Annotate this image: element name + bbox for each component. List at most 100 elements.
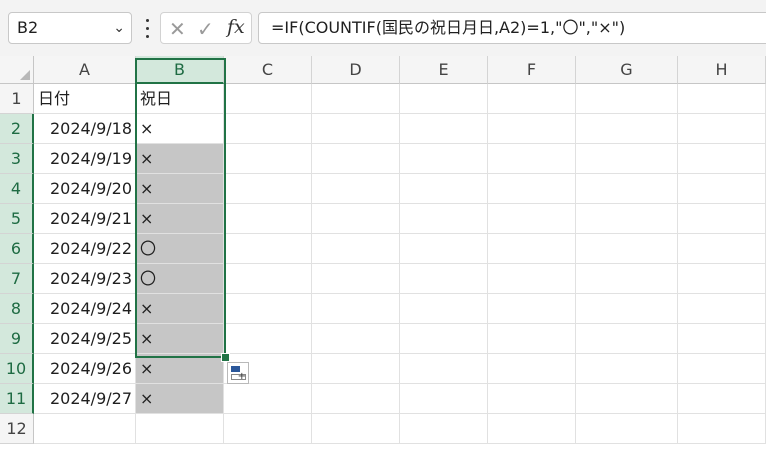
cell-e3[interactable]	[400, 144, 488, 174]
cell-c6[interactable]	[224, 234, 312, 264]
column-header-g[interactable]: G	[576, 56, 678, 84]
cell-c3[interactable]	[224, 144, 312, 174]
insert-function-icon[interactable]: fx	[227, 16, 245, 38]
cell-h5[interactable]	[678, 204, 766, 234]
cell-e6[interactable]	[400, 234, 488, 264]
cell-f12[interactable]	[488, 414, 576, 444]
fill-handle[interactable]	[221, 353, 230, 362]
cell-b2[interactable]: ×	[136, 114, 224, 144]
cell-d4[interactable]	[312, 174, 400, 204]
cell-d1[interactable]	[312, 84, 400, 114]
cell-c1[interactable]	[224, 84, 312, 114]
cell-a11[interactable]: 2024/9/27	[34, 384, 136, 414]
cell-g11[interactable]	[576, 384, 678, 414]
cell-e11[interactable]	[400, 384, 488, 414]
cell-f3[interactable]	[488, 144, 576, 174]
cell-g6[interactable]	[576, 234, 678, 264]
cell-g1[interactable]	[576, 84, 678, 114]
row-header-7[interactable]: 7	[0, 264, 34, 294]
cell-h12[interactable]	[678, 414, 766, 444]
column-header-h[interactable]: H	[678, 56, 766, 84]
cancel-icon[interactable]: ✕	[169, 17, 186, 41]
cell-a7[interactable]: 2024/9/23	[34, 264, 136, 294]
cell-a10[interactable]: 2024/9/26	[34, 354, 136, 384]
cell-e12[interactable]	[400, 414, 488, 444]
cell-b10[interactable]: ×	[136, 354, 224, 384]
cell-a5[interactable]: 2024/9/21	[34, 204, 136, 234]
cell-e4[interactable]	[400, 174, 488, 204]
cell-f8[interactable]	[488, 294, 576, 324]
cell-a1[interactable]: 日付	[34, 84, 136, 114]
cell-h6[interactable]	[678, 234, 766, 264]
row-header-10[interactable]: 10	[0, 354, 34, 384]
cell-d9[interactable]	[312, 324, 400, 354]
cell-g3[interactable]	[576, 144, 678, 174]
cell-d12[interactable]	[312, 414, 400, 444]
cell-g10[interactable]	[576, 354, 678, 384]
cell-f5[interactable]	[488, 204, 576, 234]
cell-e9[interactable]	[400, 324, 488, 354]
cell-f1[interactable]	[488, 84, 576, 114]
cell-a3[interactable]: 2024/9/19	[34, 144, 136, 174]
cell-g4[interactable]	[576, 174, 678, 204]
cell-h4[interactable]	[678, 174, 766, 204]
cell-a12[interactable]	[34, 414, 136, 444]
cell-c11[interactable]	[224, 384, 312, 414]
column-header-c[interactable]: C	[224, 56, 312, 84]
cell-c5[interactable]	[224, 204, 312, 234]
cell-h10[interactable]	[678, 354, 766, 384]
cell-g7[interactable]	[576, 264, 678, 294]
cell-a9[interactable]: 2024/9/25	[34, 324, 136, 354]
cell-f6[interactable]	[488, 234, 576, 264]
cell-f4[interactable]	[488, 174, 576, 204]
column-header-e[interactable]: E	[400, 56, 488, 84]
column-header-d[interactable]: D	[312, 56, 400, 84]
cell-b3[interactable]: ×	[136, 144, 224, 174]
cell-b6[interactable]: 〇	[136, 234, 224, 264]
enter-icon[interactable]: ✓	[197, 17, 214, 41]
cell-e8[interactable]	[400, 294, 488, 324]
cell-b1[interactable]: 祝日	[136, 84, 224, 114]
cell-h11[interactable]	[678, 384, 766, 414]
quick-analysis-icon[interactable]: +	[227, 362, 249, 384]
cell-h7[interactable]	[678, 264, 766, 294]
cell-b4[interactable]: ×	[136, 174, 224, 204]
row-header-8[interactable]: 8	[0, 294, 34, 324]
cell-c9[interactable]	[224, 324, 312, 354]
cell-c7[interactable]	[224, 264, 312, 294]
cell-g12[interactable]	[576, 414, 678, 444]
column-header-f[interactable]: F	[488, 56, 576, 84]
cell-h2[interactable]	[678, 114, 766, 144]
row-header-1[interactable]: 1	[0, 84, 34, 114]
cell-g8[interactable]	[576, 294, 678, 324]
cell-h8[interactable]	[678, 294, 766, 324]
cell-h1[interactable]	[678, 84, 766, 114]
cell-d7[interactable]	[312, 264, 400, 294]
column-header-a[interactable]: A	[34, 56, 136, 84]
cell-d6[interactable]	[312, 234, 400, 264]
cell-d3[interactable]	[312, 144, 400, 174]
cell-g5[interactable]	[576, 204, 678, 234]
cell-d11[interactable]	[312, 384, 400, 414]
cell-e5[interactable]	[400, 204, 488, 234]
row-header-3[interactable]: 3	[0, 144, 34, 174]
cell-f11[interactable]	[488, 384, 576, 414]
cell-b8[interactable]: ×	[136, 294, 224, 324]
cell-f9[interactable]	[488, 324, 576, 354]
cell-a2[interactable]: 2024/9/18	[34, 114, 136, 144]
cell-d5[interactable]	[312, 204, 400, 234]
cell-f10[interactable]	[488, 354, 576, 384]
cell-a8[interactable]: 2024/9/24	[34, 294, 136, 324]
cell-d10[interactable]	[312, 354, 400, 384]
cell-g2[interactable]	[576, 114, 678, 144]
cell-h9[interactable]	[678, 324, 766, 354]
cell-b9[interactable]: ×	[136, 324, 224, 354]
cell-g9[interactable]	[576, 324, 678, 354]
cell-c8[interactable]	[224, 294, 312, 324]
cell-h3[interactable]	[678, 144, 766, 174]
row-header-9[interactable]: 9	[0, 324, 34, 354]
cell-e7[interactable]	[400, 264, 488, 294]
cell-a6[interactable]: 2024/9/22	[34, 234, 136, 264]
more-options-icon[interactable]	[140, 14, 154, 42]
cell-d8[interactable]	[312, 294, 400, 324]
